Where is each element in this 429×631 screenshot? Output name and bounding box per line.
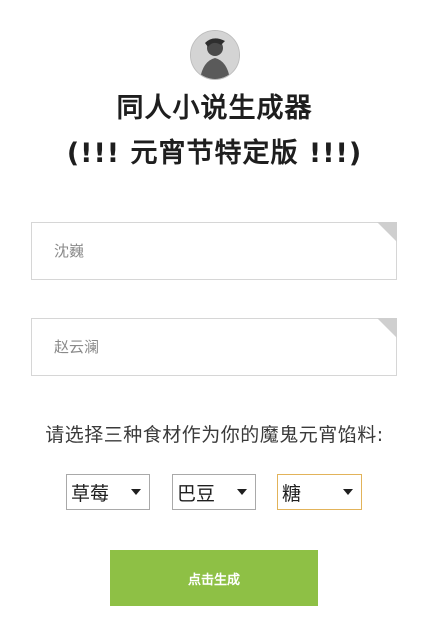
input-corner-decoration [377,222,397,242]
avatar-image [191,31,239,79]
ingredient-select-value: 巴豆 [177,482,216,505]
ingredient-select-value: 草莓 [71,482,110,505]
page-title: 同人小说生成器 [116,93,313,124]
dropdown-arrow-icon [343,489,353,495]
name-input-2[interactable] [31,318,397,376]
ingredient-select-1[interactable]: 草莓 [66,474,150,510]
input-corner-decoration [377,318,397,338]
generate-button[interactable]: 点击生成 [110,550,318,606]
ingredient-select-3[interactable]: 糖 [277,474,362,510]
dropdown-arrow-icon [131,489,141,495]
dropdown-arrow-icon [237,489,247,495]
filling-prompt: 请选择三种食材作为你的魔鬼元宵馅料: [45,424,384,446]
avatar [190,30,240,80]
page-subtitle: (!!! 元宵节特定版 !!!) [66,138,363,169]
ingredient-select-value: 糖 [282,482,302,505]
ingredient-select-2[interactable]: 巴豆 [172,474,256,510]
name-input-1[interactable] [31,222,397,280]
